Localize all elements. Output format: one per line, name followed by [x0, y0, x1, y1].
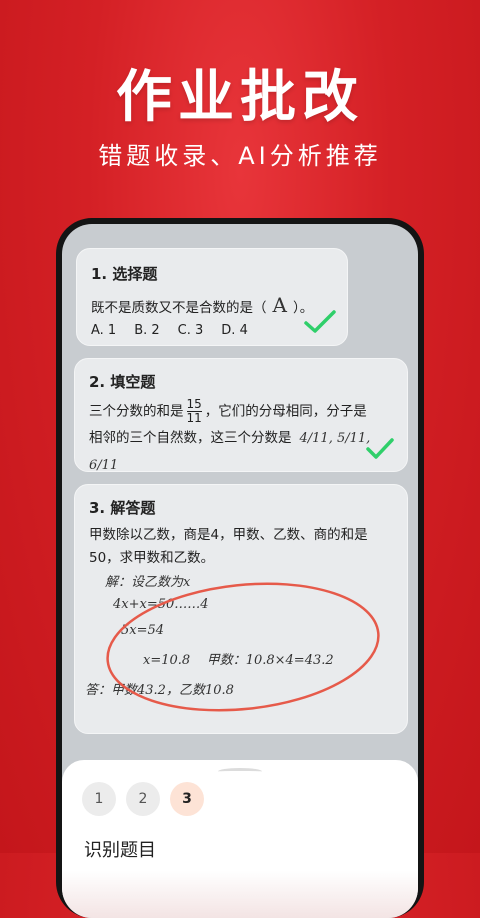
mistake-circle: [106, 582, 380, 712]
card-title: 3. 解答题: [89, 499, 156, 517]
option-d: D. 4: [221, 323, 248, 338]
hero-subtitle: 错题收录、AI分析推荐: [98, 142, 382, 170]
handwritten-answer: A: [272, 293, 287, 317]
option-a: A. 1: [91, 323, 117, 338]
question-card-solve[interactable]: 3. 解答题 甲数除以乙数，商是4，甲数、乙数、商的和是50，求甲数和乙数。 解…: [74, 484, 408, 734]
fraction: 15 11: [186, 397, 202, 425]
step-indicator: 1 2 3: [82, 782, 204, 816]
question-text: 既不是质数又不是合数的是（ A）。: [91, 293, 314, 317]
hero-title: 作业批改: [116, 65, 364, 130]
options-list: A. 1 B. 2 C. 3 D. 4: [91, 323, 333, 338]
bottom-sheet: 1 2 3 识别题目: [62, 760, 418, 918]
phone-screen: 1. 选择题 既不是质数又不是合数的是（ A）。 A. 1 B. 2 C. 3 D…: [62, 224, 418, 918]
step-2[interactable]: 2: [126, 782, 160, 816]
option-b: B. 2: [134, 323, 160, 338]
card-title: 1. 选择题: [91, 265, 158, 283]
step-1[interactable]: 1: [82, 782, 116, 816]
phone-frame: 1. 选择题 既不是质数又不是合数的是（ A）。 A. 1 B. 2 C. 3 D…: [56, 218, 424, 918]
step-3[interactable]: 3: [170, 782, 204, 816]
question-text: 甲数除以乙数，商是4，甲数、乙数、商的和是50，求甲数和乙数。: [89, 527, 368, 566]
card-title: 2. 填空题: [89, 373, 156, 391]
question-card-fill[interactable]: 2. 填空题 三个分数的和是 15 11 ，它们的分母相同，分子是 相邻的三个自然数，…: [74, 358, 408, 473]
check-icon: [366, 438, 394, 459]
sheet-title: 识别题目: [84, 840, 156, 861]
sheet-grip-handle[interactable]: [218, 768, 262, 775]
option-c: C. 3: [177, 323, 204, 338]
question-text: 三个分数的和是 15 11 ，它们的分母相同，分子是 相邻的三个自然数，这三个分数是 4…: [89, 397, 371, 474]
check-icon: [304, 310, 336, 333]
question-card-choice[interactable]: 1. 选择题 既不是质数又不是合数的是（ A）。 A. 1 B. 2 C. 3 D…: [76, 248, 348, 346]
